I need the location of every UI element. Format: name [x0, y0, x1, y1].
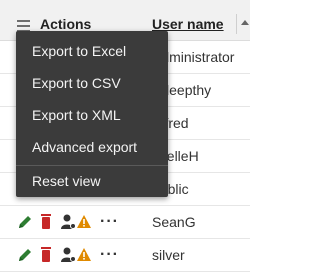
edit-pencil-icon[interactable]: [17, 246, 33, 264]
more-options-icon[interactable]: ···: [100, 247, 119, 263]
username-cell: SeanG: [152, 214, 196, 230]
column-header-actions[interactable]: Actions: [40, 16, 91, 32]
user-settings-icon[interactable]: [61, 213, 77, 231]
delete-trash-icon[interactable]: [39, 213, 53, 231]
menu-divider: [16, 165, 168, 166]
username-cell: silver: [152, 247, 185, 263]
warning-icon[interactable]: [76, 246, 92, 264]
warning-icon[interactable]: [76, 213, 92, 231]
actions-dropdown-menu: Export to Excel Export to CSV Export to …: [16, 31, 168, 197]
menu-item-export-excel[interactable]: Export to Excel: [32, 43, 126, 59]
menu-item-advanced-export[interactable]: Advanced export: [32, 139, 137, 155]
menu-item-export-xml[interactable]: Export to XML: [32, 107, 121, 123]
column-divider: [236, 14, 237, 34]
delete-trash-icon[interactable]: [39, 246, 53, 264]
table-row[interactable]: silver ···: [0, 239, 250, 272]
more-options-icon[interactable]: ···: [100, 214, 119, 230]
menu-item-reset-view[interactable]: Reset view: [32, 173, 100, 189]
users-grid: Actions User name Administrator Adeepthy…: [0, 0, 250, 280]
edit-pencil-icon[interactable]: [17, 213, 33, 231]
sort-chevron-up-icon[interactable]: [241, 20, 249, 25]
menu-item-export-csv[interactable]: Export to CSV: [32, 75, 121, 91]
column-header-username[interactable]: User name: [152, 16, 224, 32]
table-row[interactable]: SeanG ···: [0, 206, 250, 239]
user-settings-icon[interactable]: [61, 246, 77, 264]
